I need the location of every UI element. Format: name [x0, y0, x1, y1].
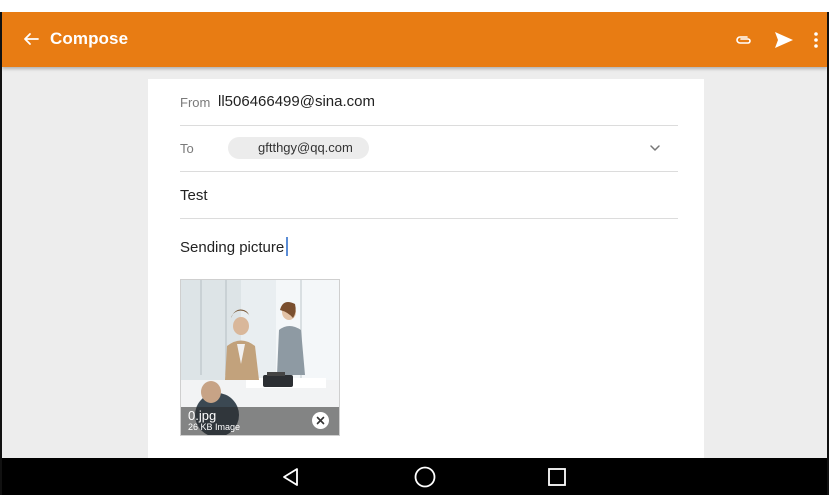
compose-background: From ll506466499@sina.com To gftthgy@qq.…	[2, 67, 827, 458]
attachment-thumbnail[interactable]: 0.jpg 26 KB Image	[180, 279, 340, 436]
system-nav-bar	[2, 458, 827, 495]
app-window: Compose From ll506466499@sina.com To gft…	[0, 12, 829, 495]
nav-home-button[interactable]	[412, 464, 438, 490]
attachment-size: 26 KB Image	[188, 422, 241, 432]
attachment-filename: 0.jpg	[188, 408, 217, 423]
to-row[interactable]: To gftthgy@qq.com	[180, 125, 678, 172]
attach-button[interactable]	[730, 26, 758, 54]
remove-attachment-button[interactable]	[312, 412, 329, 429]
subject-text: Test	[180, 187, 208, 204]
chevron-down-icon[interactable]	[648, 141, 662, 155]
nav-recents-button[interactable]	[544, 464, 570, 490]
from-row: From ll506466499@sina.com	[180, 79, 678, 126]
back-button[interactable]	[16, 24, 46, 54]
to-label: To	[180, 141, 194, 156]
more-vertical-icon	[814, 32, 818, 48]
from-label: From	[180, 95, 211, 110]
send-icon	[775, 32, 793, 48]
body-text: Sending picture	[180, 239, 285, 256]
home-circle-icon	[414, 466, 436, 488]
more-options-button[interactable]	[802, 26, 827, 54]
recents-square-icon	[548, 468, 566, 486]
page-title: Compose	[50, 29, 129, 48]
recipient-chip[interactable]: gftthgy@qq.com	[228, 137, 369, 159]
subject-field[interactable]: Test	[180, 171, 678, 219]
nav-back-button[interactable]	[278, 464, 304, 490]
close-icon	[316, 416, 325, 425]
from-address[interactable]: ll506466499@sina.com	[218, 93, 375, 110]
body-field[interactable]: Sending picture	[180, 237, 289, 256]
send-button[interactable]	[770, 26, 798, 54]
app-bar: Compose	[2, 12, 827, 67]
attachment-info-bar: 0.jpg 26 KB Image	[181, 407, 339, 435]
attach-icon	[736, 36, 751, 44]
arrow-back-icon	[24, 33, 39, 45]
text-cursor	[286, 237, 289, 256]
compose-card: From ll506466499@sina.com To gftthgy@qq.…	[148, 79, 704, 458]
back-triangle-icon	[283, 468, 298, 486]
